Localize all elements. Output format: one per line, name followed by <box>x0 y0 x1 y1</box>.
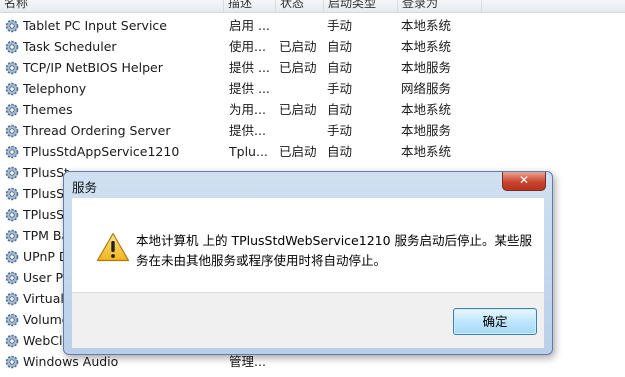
service-row[interactable]: Telephony 提供 ... 手动 网络服务 <box>0 78 625 99</box>
column-name[interactable]: 名称 <box>0 0 224 12</box>
service-gear-icon <box>5 40 19 54</box>
warning-icon <box>96 232 130 262</box>
column-status[interactable]: 状态 <box>276 0 324 12</box>
ok-button[interactable]: 确定 <box>453 308 537 335</box>
service-name: Task Scheduler <box>23 39 117 54</box>
dialog-message-line: 务在未由其他服务或程序使用时将自动停止。 <box>136 253 387 268</box>
service-gear-icon <box>5 187 19 201</box>
service-description: 使用... <box>229 39 266 54</box>
service-name: Telephony <box>23 81 87 96</box>
service-gear-icon <box>5 271 19 285</box>
service-status: 已启动 <box>279 144 317 159</box>
service-gear-icon <box>5 103 19 117</box>
service-row[interactable]: Tablet PC Input Service 启用 ... 手动 本地系统 <box>0 15 625 36</box>
service-gear-icon <box>5 292 19 306</box>
service-name: Themes <box>23 102 73 117</box>
service-name: Thread Ordering Server <box>23 123 171 138</box>
service-status: 已启动 <box>279 39 317 54</box>
service-gear-icon <box>5 82 19 96</box>
service-log-on-as: 网络服务 <box>401 81 452 96</box>
column-description[interactable]: 描述 <box>224 0 276 12</box>
service-row[interactable]: Task Scheduler 使用... 已启动 自动 本地系统 <box>0 36 625 57</box>
service-gear-icon <box>5 19 19 33</box>
service-description: 启用 ... <box>229 18 270 33</box>
service-status: 已启动 <box>279 102 317 117</box>
dialog-message: 本地计算机 上的 TPlusStdWebService1210 服务启动后停止。… <box>136 231 536 271</box>
service-error-dialog: 服务 ✕ 本地计算机 上的 TPlusStdWebService1210 服务启… <box>63 171 553 355</box>
column-log-on-as[interactable]: 登录为 <box>398 0 482 12</box>
service-startup-type: 自动 <box>327 102 353 117</box>
service-log-on-as: 本地系统 <box>401 102 452 117</box>
service-gear-icon <box>5 124 19 138</box>
service-log-on-as: 本地系统 <box>401 18 452 33</box>
service-gear-icon <box>5 334 19 348</box>
service-gear-icon <box>5 145 19 159</box>
service-log-on-as: 本地服务 <box>401 60 452 75</box>
dialog-close-button[interactable]: ✕ <box>502 172 546 191</box>
service-gear-icon <box>5 208 19 222</box>
service-gear-icon <box>5 355 19 369</box>
service-row[interactable]: TCP/IP NetBIOS Helper 提供 ... 已启动 自动 本地服务 <box>0 57 625 78</box>
service-status: 已启动 <box>279 60 317 75</box>
service-gear-icon <box>5 61 19 75</box>
service-description: 提供... <box>229 123 266 138</box>
service-log-on-as: 本地系统 <box>401 39 452 54</box>
service-startup-type: 手动 <box>327 18 353 33</box>
service-startup-type: 手动 <box>327 81 353 96</box>
service-gear-icon <box>5 313 19 327</box>
dialog-title: 服务 <box>72 180 98 195</box>
service-description: 提供 ... <box>229 60 270 75</box>
service-gear-icon <box>5 250 19 264</box>
service-startup-type: 自动 <box>327 60 353 75</box>
service-description: Tplu... <box>229 144 268 159</box>
service-gear-icon <box>5 229 19 243</box>
service-log-on-as: 本地系统 <box>401 144 452 159</box>
service-log-on-as: 本地服务 <box>401 123 452 138</box>
dialog-message-line: 本地计算机 上的 TPlusStdWebService1210 服务启动后停止。… <box>136 233 533 248</box>
column-startup-type[interactable]: 启动类型 <box>324 0 398 12</box>
service-description: 为用... <box>229 102 266 117</box>
service-name: Tablet PC Input Service <box>23 18 167 33</box>
service-name: TCP/IP NetBIOS Helper <box>23 60 163 75</box>
service-description: 提供 ... <box>229 81 270 96</box>
service-row[interactable]: TPlusStdAppService1210 Tplu... 已启动 自动 本地… <box>0 141 625 162</box>
service-row[interactable]: Themes 为用... 已启动 自动 本地系统 <box>0 99 625 120</box>
service-startup-type: 自动 <box>327 144 353 159</box>
service-row[interactable]: Thread Ordering Server 提供... 手动 本地服务 <box>0 120 625 141</box>
dialog-body: 本地计算机 上的 TPlusStdWebService1210 服务启动后停止。… <box>72 198 544 292</box>
service-name: TPlusStdAppService1210 <box>23 144 180 159</box>
service-gear-icon <box>5 166 19 180</box>
service-startup-type: 手动 <box>327 123 353 138</box>
service-startup-type: 自动 <box>327 39 353 54</box>
column-header: 名称 描述 状态 启动类型 登录为 <box>0 0 625 13</box>
